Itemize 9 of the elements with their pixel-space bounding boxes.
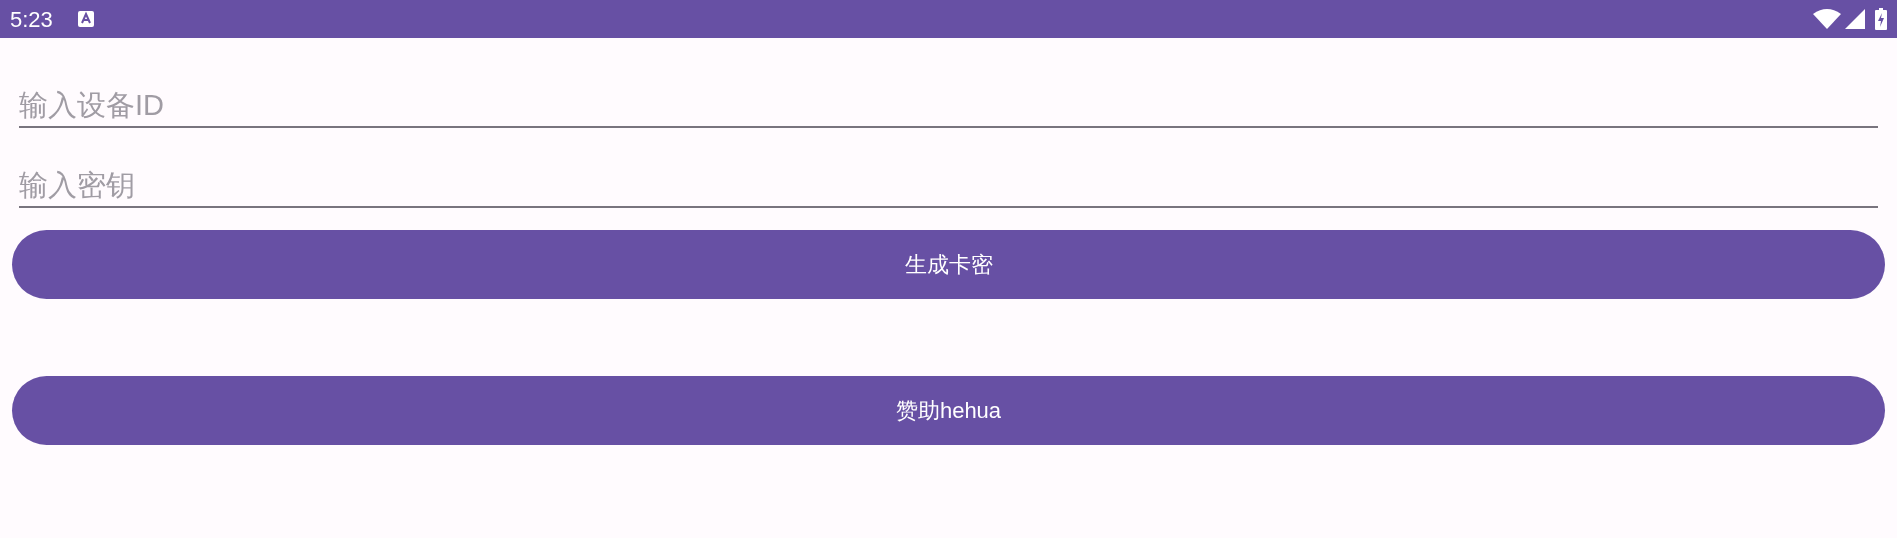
action-button[interactable]: 生成卡密: [12, 230, 1885, 299]
status-time: 5:23: [10, 5, 53, 34]
app-notification-icon: [77, 11, 94, 27]
input-field[interactable]: 输入设备ID: [19, 84, 1878, 128]
battery-icon: [1875, 8, 1887, 30]
action-button[interactable]: 赞助hehua: [12, 376, 1885, 445]
signal-icon: [1845, 9, 1865, 29]
wifi-icon: [1813, 9, 1841, 29]
input-field[interactable]: 输入密钥: [19, 164, 1878, 208]
